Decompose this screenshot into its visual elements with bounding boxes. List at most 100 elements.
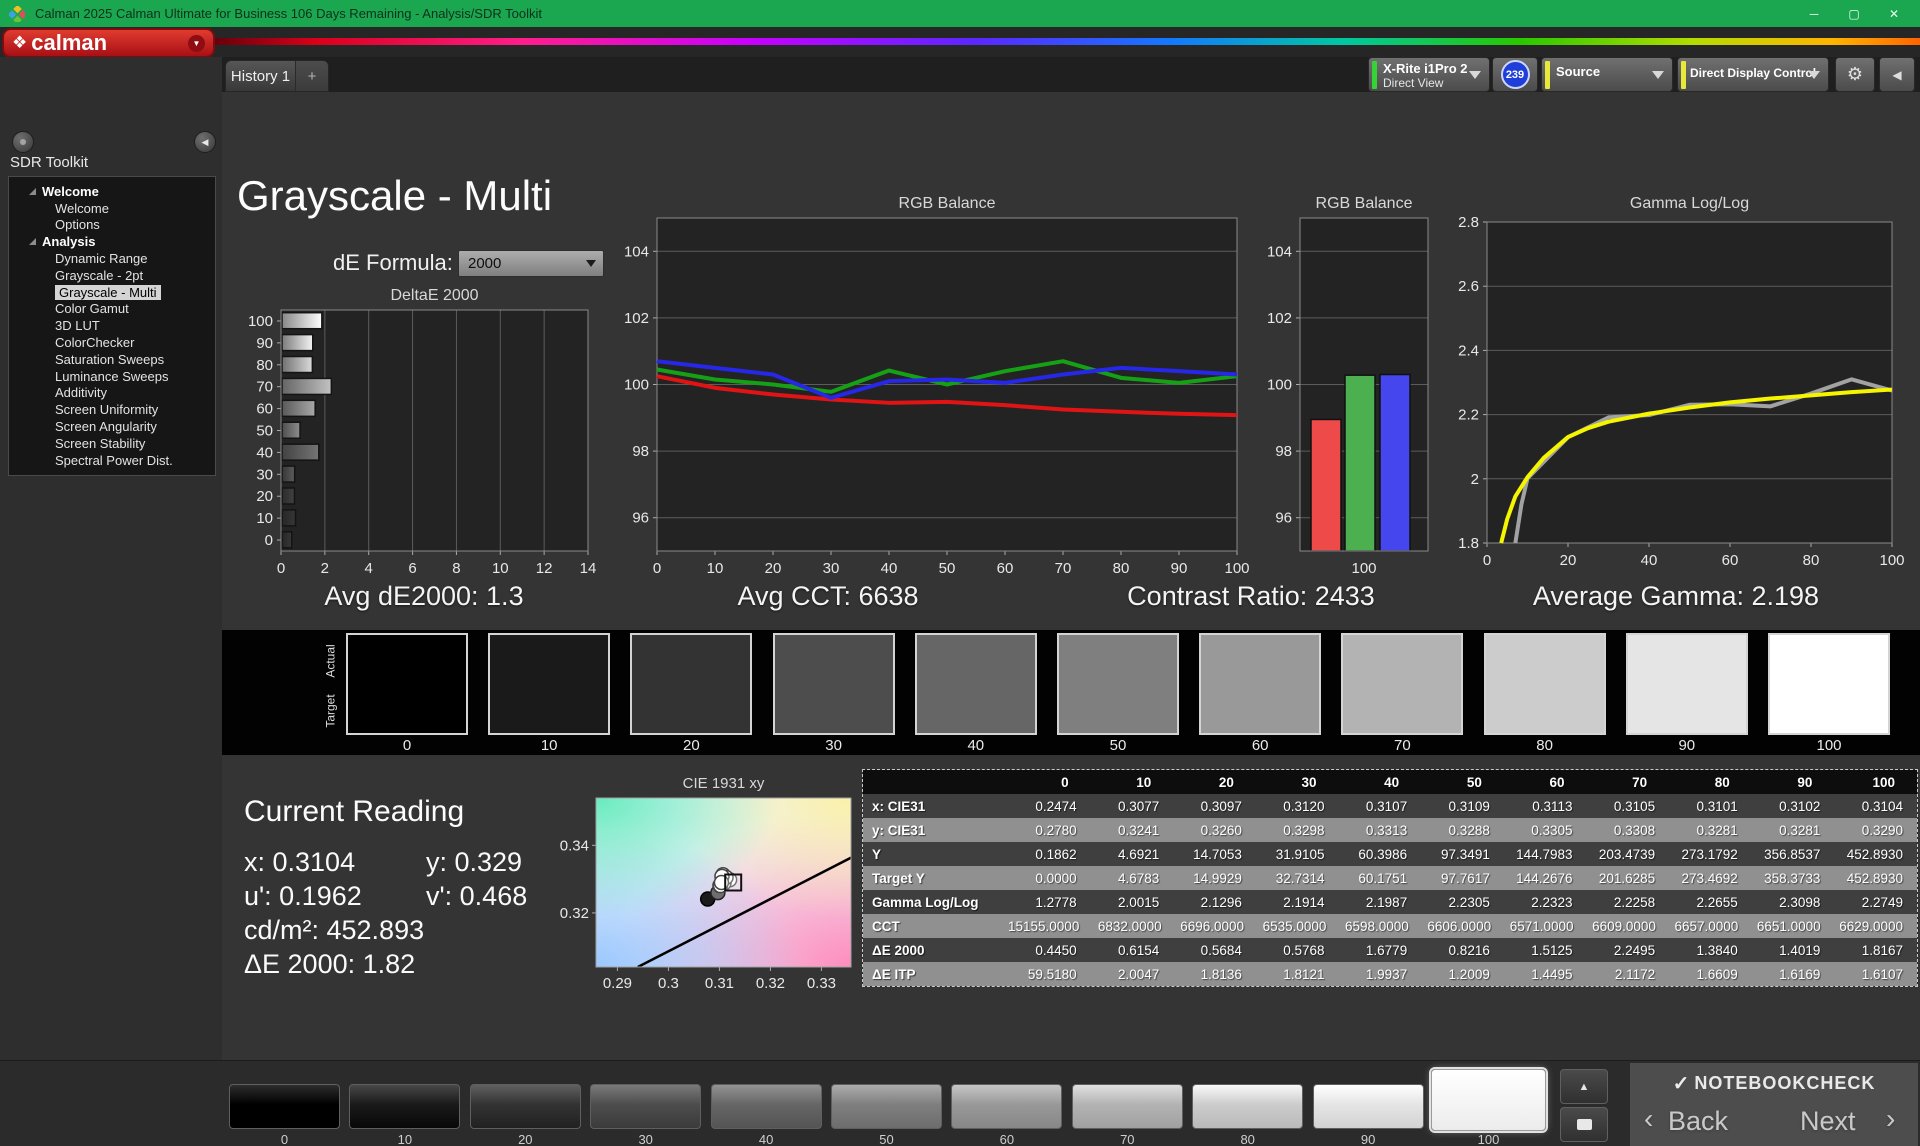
pattern-key-label: 30	[590, 1132, 701, 1146]
toolbar-collapse-button[interactable]: ◀	[1879, 57, 1915, 92]
target-row-label: Target	[318, 686, 344, 736]
calman-logo-button[interactable]: ❖ calman ▼	[2, 28, 215, 58]
table-cell: 1.5125	[1504, 938, 1587, 962]
tree-item-colorchecker[interactable]: ColorChecker	[9, 334, 215, 351]
table-cell: 6657.0000	[1670, 914, 1752, 938]
svg-text:30: 30	[256, 466, 273, 483]
logo-dropdown-icon[interactable]: ▼	[188, 35, 205, 52]
svg-text:70: 70	[256, 379, 273, 396]
tab-history-1[interactable]: History 1 +	[225, 60, 329, 92]
tree-item-3d-lut[interactable]: 3D LUT	[9, 317, 215, 334]
pattern-key-50[interactable]	[831, 1084, 942, 1129]
table-cell: 6535.0000	[1258, 914, 1340, 938]
pattern-key-label: 60	[951, 1132, 1062, 1146]
chevron-down-icon	[586, 260, 596, 267]
tree-item-label: Screen Stability	[55, 436, 145, 451]
settings-button[interactable]: ⚙	[1835, 57, 1875, 92]
pattern-window-button[interactable]	[1560, 1107, 1608, 1142]
minimize-button[interactable]: ─	[1794, 0, 1834, 27]
table-column-header: 80	[1669, 770, 1752, 794]
tree-item-spectral-power-dist[interactable]: Spectral Power Dist.	[9, 452, 215, 469]
tree-item-saturation-sweeps[interactable]: Saturation Sweeps	[9, 351, 215, 368]
display-control-dropdown[interactable]: Direct Display Control	[1677, 57, 1829, 92]
table-cell: 0.3104	[1834, 794, 1917, 818]
tree-item-welcome[interactable]: Welcome	[9, 200, 215, 217]
tree-item-luminance-sweeps[interactable]: Luminance Sweeps	[9, 368, 215, 385]
add-tab-button[interactable]: +	[295, 61, 328, 91]
pattern-key-40[interactable]	[711, 1084, 822, 1129]
table-column-header: 10	[1091, 770, 1174, 794]
tree-item-screen-uniformity[interactable]: Screen Uniformity	[9, 401, 215, 418]
table-cell: 4.6783	[1091, 866, 1174, 890]
tree-item-color-gamut[interactable]: Color Gamut	[9, 301, 215, 318]
table-column-header: 0	[1008, 770, 1091, 794]
close-button[interactable]: ✕	[1874, 0, 1914, 27]
table-cell: 0.3288	[1421, 818, 1504, 842]
deltae-bar-0	[282, 532, 292, 548]
table-row--e-itp: ΔE ITP59.51802.00471.81361.81211.99371.2…	[863, 962, 1917, 986]
svg-text:50: 50	[256, 423, 273, 440]
svg-text:0.29: 0.29	[603, 975, 632, 992]
back-button[interactable]: Back	[1668, 1106, 1728, 1137]
reading-luminance: cd/m²: 452.893	[244, 915, 424, 946]
expander-triangle-icon[interactable]	[29, 238, 36, 245]
tree-item-welcome[interactable]: Welcome	[9, 183, 215, 200]
tree-item-additivity[interactable]: Additivity	[9, 385, 215, 402]
table-row-y: Y0.18624.692114.705331.910560.398697.349…	[863, 842, 1917, 866]
source-status-strip	[1545, 61, 1550, 89]
reading-de2000: ΔE 2000: 1.82	[244, 949, 415, 980]
tree-item-label: Welcome	[42, 184, 99, 199]
tree-item-grayscale-2pt[interactable]: Grayscale - 2pt	[9, 267, 215, 284]
table-cell: 0.3097	[1173, 794, 1256, 818]
pattern-key-60[interactable]	[951, 1084, 1062, 1129]
expander-triangle-icon[interactable]	[29, 188, 36, 195]
target-point-square	[725, 875, 741, 891]
pattern-key-80[interactable]	[1192, 1084, 1303, 1129]
pattern-key-90[interactable]	[1313, 1084, 1424, 1129]
table-row-label: y: CIE31	[863, 818, 1008, 842]
pattern-key-10[interactable]	[349, 1084, 460, 1129]
table-column-header: 70	[1586, 770, 1669, 794]
de-formula-select[interactable]: 2000	[458, 250, 604, 277]
source-dropdown[interactable]: Source	[1541, 57, 1673, 92]
svg-text:DeltaE 2000: DeltaE 2000	[390, 287, 478, 304]
pattern-key-20[interactable]	[470, 1084, 581, 1129]
table-cell: 60.3986	[1339, 842, 1422, 866]
table-cell: 6696.0000	[1176, 914, 1258, 938]
maximize-button[interactable]: ▢	[1834, 0, 1874, 27]
next-button[interactable]: Next	[1800, 1106, 1856, 1137]
pattern-key-0[interactable]	[229, 1084, 340, 1129]
swatch-level-0	[346, 633, 468, 735]
svg-text:12: 12	[536, 560, 553, 577]
pattern-key-label: 50	[831, 1132, 942, 1146]
avg-de2000-value: Avg dE2000: 1.3	[324, 581, 523, 612]
pattern-key-70[interactable]	[1072, 1084, 1183, 1129]
meter-count-box: 239	[1492, 57, 1538, 92]
table-cell: 0.3241	[1091, 818, 1174, 842]
swatch-label: 40	[915, 737, 1037, 754]
table-cell: 0.1862	[1008, 842, 1091, 866]
back-chevron-icon: ‹	[1644, 1103, 1653, 1135]
tree-item-dynamic-range[interactable]: Dynamic Range	[9, 250, 215, 267]
tree-item-screen-stability[interactable]: Screen Stability	[9, 435, 215, 452]
tree-item-grayscale-multi[interactable]: Grayscale - Multi	[9, 284, 215, 301]
svg-text:8: 8	[452, 560, 460, 577]
meter-mode: Direct View	[1383, 76, 1443, 90]
table-cell: 6609.0000	[1588, 914, 1670, 938]
table-cell: 1.4495	[1504, 962, 1587, 986]
sidebar-pin-button[interactable]	[12, 131, 34, 153]
chevron-down-icon	[1808, 71, 1820, 79]
sidebar-collapse-button[interactable]: ◀	[194, 131, 216, 153]
pattern-key-100[interactable]	[1431, 1069, 1546, 1131]
tree-item-analysis[interactable]: Analysis	[9, 233, 215, 250]
meter-dropdown[interactable]: X-Rite i1Pro 2 Direct View	[1368, 57, 1490, 92]
svg-text:RGB Balance: RGB Balance	[1316, 195, 1413, 212]
pattern-up-button[interactable]: ▲	[1560, 1069, 1608, 1104]
tree-item-screen-angularity[interactable]: Screen Angularity	[9, 418, 215, 435]
table-row-label: Gamma Log/Log	[863, 890, 1008, 914]
table-cell: 1.6609	[1669, 962, 1752, 986]
chevron-left-icon: ◀	[202, 137, 209, 148]
pattern-key-30[interactable]	[590, 1084, 701, 1129]
deltae-bar-50	[282, 422, 300, 438]
tree-item-options[interactable]: Options	[9, 217, 215, 234]
